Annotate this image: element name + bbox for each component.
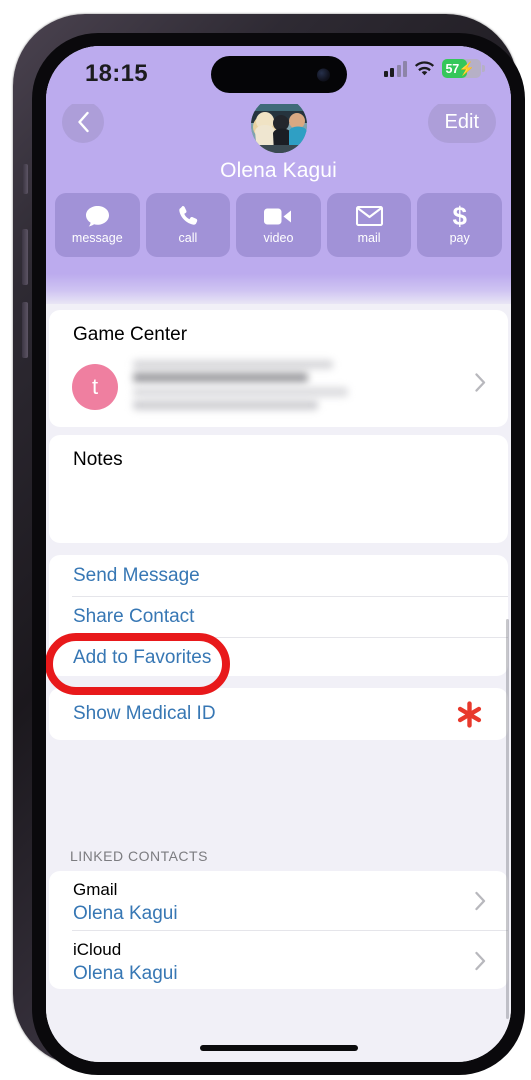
front-camera-icon [316, 68, 330, 81]
video-label: video [263, 231, 294, 245]
battery-tip [482, 65, 485, 72]
notes-title: Notes [73, 449, 123, 470]
send-message-action[interactable]: Send Message [49, 556, 508, 596]
silent-switch[interactable] [23, 164, 28, 194]
pay-label: pay [449, 231, 470, 245]
notes-card[interactable]: Notes [49, 435, 508, 543]
video-camera-icon [264, 205, 292, 227]
game-center-card[interactable]: Game Center t [49, 310, 508, 427]
medical-id-card[interactable]: Show Medical ID [49, 688, 508, 740]
game-center-title: Game Center [73, 324, 188, 345]
contact-detail-list: Game Center t Notes Send Message Share C… [46, 304, 511, 1062]
contact-actions-card: Send Message Share Contact Add to Favori… [49, 555, 508, 676]
medical-asterisk-icon [457, 700, 482, 728]
add-to-favorites-action[interactable]: Add to Favorites [49, 638, 508, 678]
message-button[interactable]: message [55, 193, 140, 257]
status-bar: 18:15 57 ⚡ [46, 46, 511, 104]
edit-button[interactable]: Edit [427, 101, 496, 143]
chevron-right-icon [475, 951, 486, 970]
battery-percent: 57 [445, 61, 460, 76]
envelope-icon [355, 205, 383, 227]
linked-contact-row-icloud[interactable]: iCloud Olena Kagui [49, 931, 508, 990]
linked-account-name: Olena Kagui [73, 903, 178, 924]
call-label: call [178, 231, 198, 245]
mail-label: mail [357, 231, 381, 245]
quick-actions: message call video mail $ pay [55, 193, 502, 257]
show-medical-id-label: Show Medical ID [73, 703, 216, 724]
dollar-sign-icon: $ [452, 201, 467, 231]
message-label: message [71, 231, 123, 245]
chevron-right-icon [475, 373, 486, 392]
page-title: Olena Kagui [220, 159, 337, 182]
pay-button[interactable]: $ pay [417, 193, 502, 257]
scrollbar[interactable] [506, 619, 509, 1019]
video-button[interactable]: video [236, 193, 321, 257]
phone-icon [177, 205, 199, 227]
back-button[interactable] [62, 101, 104, 143]
chevron-left-icon [77, 111, 89, 133]
contact-photo [250, 97, 307, 153]
mail-button[interactable]: mail [326, 193, 412, 257]
status-indicators: 57 ⚡ [383, 59, 485, 78]
home-indicator[interactable] [199, 1045, 358, 1051]
linked-contacts-header: LINKED CONTACTS [70, 848, 208, 864]
linked-account-type: Gmail [73, 880, 118, 899]
chevron-right-icon [475, 891, 486, 910]
linked-account-type: iCloud [73, 940, 122, 959]
linked-contact-row-gmail[interactable]: Gmail Olena Kagui [49, 871, 508, 930]
phone-screen: 18:15 57 ⚡ Edit Olena Kagui message call… [46, 46, 511, 1062]
linked-account-name: Olena Kagui [73, 963, 178, 984]
game-center-avatar: t [72, 364, 118, 410]
battery-indicator: 57 ⚡ [442, 59, 485, 78]
message-bubble-icon [85, 205, 110, 227]
volume-up-button[interactable] [22, 229, 28, 285]
cellular-signal-icon [383, 60, 407, 77]
avatar[interactable] [250, 97, 307, 153]
call-button[interactable]: call [145, 193, 231, 257]
header-gradient [46, 274, 511, 304]
game-center-nickname-redacted [133, 360, 363, 410]
bolt-icon: ⚡ [458, 61, 475, 76]
dollar-glyph: $ [452, 201, 467, 231]
status-time: 18:15 [85, 60, 148, 87]
linked-contacts-card: Gmail Olena Kagui iCloud Olena Kagui [49, 871, 508, 989]
phone-frame: 18:15 57 ⚡ Edit Olena Kagui message call… [13, 14, 525, 1075]
share-contact-action[interactable]: Share Contact [49, 597, 508, 637]
dynamic-island [210, 56, 347, 93]
wifi-icon [414, 60, 435, 75]
volume-down-button[interactable] [22, 302, 28, 358]
